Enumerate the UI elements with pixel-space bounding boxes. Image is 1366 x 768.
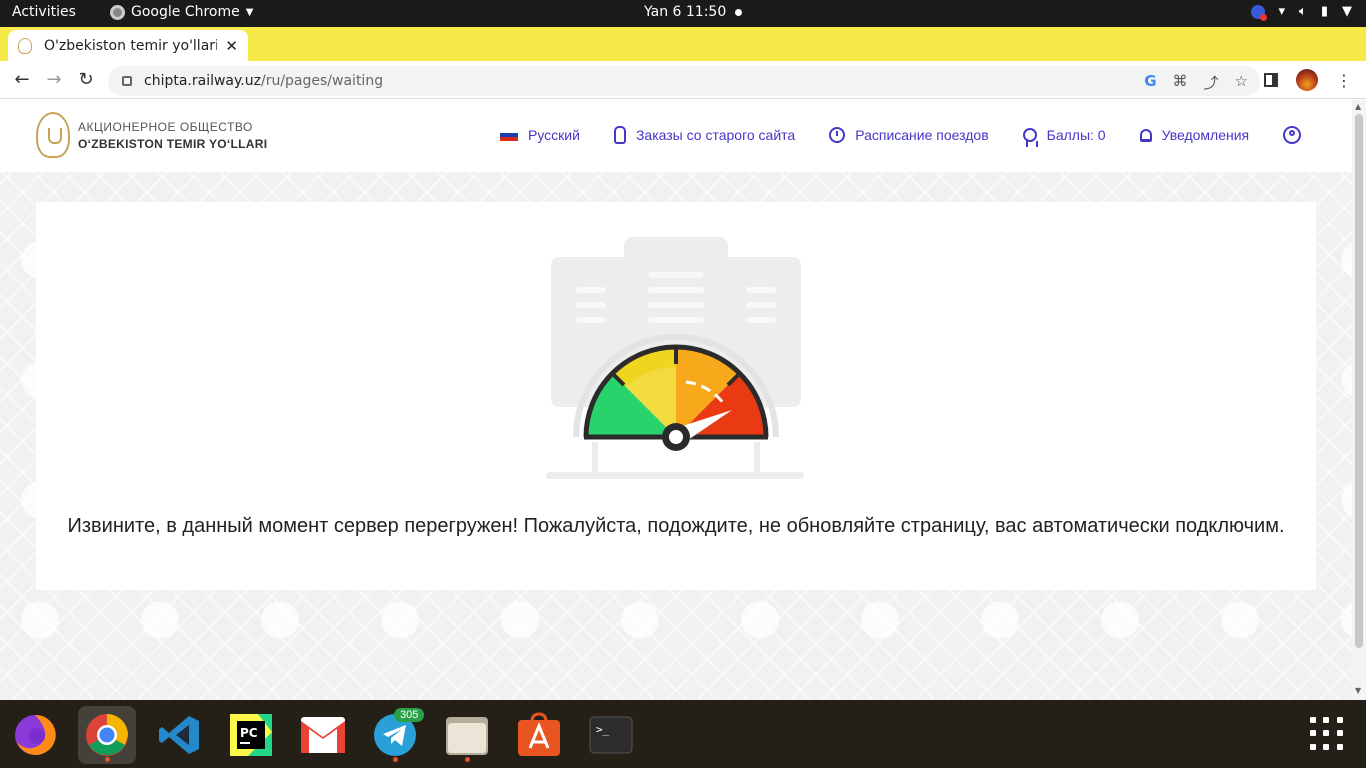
- browser-tab[interactable]: O'zbekiston temir yo'llari ✕: [8, 30, 248, 61]
- kebab-menu-icon[interactable]: ⋮: [1336, 71, 1352, 90]
- medal-icon: [1022, 128, 1038, 147]
- system-tray[interactable]: ▾ 🔈︎ ▮ ▼: [1250, 4, 1352, 21]
- nav-schedule-label: Расписание поездов: [855, 127, 989, 143]
- page-background: АКЦИОНЕРНОЕ ОБЩЕСТВО O‘ZBEKISTON TEMIR Y…: [0, 100, 1352, 700]
- pycharm-icon[interactable]: PC: [222, 706, 280, 764]
- svg-text:PC: PC: [240, 726, 258, 740]
- running-indicator: [105, 757, 110, 762]
- server-overload-gauge-illustration: [546, 237, 804, 479]
- nav-language-label: Русский: [528, 127, 580, 143]
- tab-strip: O'zbekiston temir yo'llari ✕ + ⌄ – ❐ ✕: [0, 27, 1366, 82]
- profile-avatar[interactable]: [1296, 69, 1318, 91]
- url-host: chipta.railway.uz: [144, 73, 261, 89]
- running-indicator: [393, 757, 398, 762]
- train-icon: [613, 126, 626, 144]
- bookmark-star-icon[interactable]: ☆: [1235, 72, 1248, 93]
- screen-record-icon[interactable]: [1250, 4, 1267, 21]
- bell-icon: [1139, 128, 1152, 142]
- logo-line-2: O‘ZBEKISTON TEMIR YO‘LLARI: [78, 136, 268, 151]
- firefox-icon[interactable]: [6, 706, 64, 764]
- forward-arrow-icon[interactable]: →: [43, 69, 65, 90]
- power-menu-icon[interactable]: ▼: [1342, 4, 1352, 19]
- clock-icon: [829, 127, 846, 143]
- back-arrow-icon[interactable]: ←: [11, 69, 33, 90]
- browser-toolbar: ← → ↻ chipta.railway.uz/ru/pages/waiting…: [0, 61, 1366, 99]
- svg-text:>_: >_: [596, 723, 610, 736]
- terminal-icon[interactable]: >_: [582, 706, 640, 764]
- google-lens-icon[interactable]: G: [1144, 72, 1156, 93]
- caret-down-icon: ▼: [245, 6, 254, 18]
- logo-line-1: АКЦИОНЕРНОЕ ОБЩЕСТВО: [78, 119, 253, 134]
- tab-title: O'zbekiston temir yo'llari: [44, 37, 218, 54]
- vscode-icon[interactable]: [150, 706, 208, 764]
- volume-icon[interactable]: 🔈︎: [1299, 4, 1307, 19]
- top-navigation: Русский Заказы со старого сайта Расписан…: [500, 126, 1302, 147]
- railway-emblem-icon: [36, 112, 70, 158]
- close-tab-icon[interactable]: ✕: [225, 37, 238, 55]
- telegram-icon[interactable]: 305: [366, 706, 425, 764]
- nav-notifications-label: Уведомления: [1161, 127, 1250, 143]
- chrome-icon[interactable]: [78, 706, 136, 764]
- nav-notifications[interactable]: Уведомления: [1139, 127, 1250, 143]
- nav-old-orders[interactable]: Заказы со старого сайта: [613, 126, 796, 144]
- scrollbar-thumb[interactable]: [1355, 114, 1363, 648]
- logo-text: АКЦИОНЕРНОЕ ОБЩЕСТВО O‘ZBEKISTON TEMIR Y…: [78, 120, 267, 151]
- nav-points[interactable]: Баллы: 0: [1022, 127, 1106, 147]
- clock[interactable]: Yan 6 11:50: [644, 4, 726, 20]
- taskbar-dock: PC 305 >_: [0, 700, 1366, 768]
- gmail-icon[interactable]: [294, 706, 352, 764]
- app-store-icon[interactable]: [510, 706, 568, 764]
- system-top-bar: Activities Google Chrome ▼ Yan 6 11:50 ▾…: [0, 0, 1366, 27]
- url-path: /ru/pages/waiting: [260, 73, 384, 89]
- files-icon[interactable]: [438, 706, 496, 764]
- page-scrollbar[interactable]: ▲ ▼: [1352, 100, 1366, 700]
- user-profile-icon: [1283, 126, 1302, 144]
- app-menu[interactable]: Google Chrome ▼: [110, 4, 253, 20]
- lock-icon[interactable]: [122, 76, 132, 86]
- activities-button[interactable]: Activities: [12, 4, 76, 20]
- site-favicon-icon: [18, 37, 32, 54]
- share-icon[interactable]: ⤴: [1204, 72, 1219, 93]
- waiting-card: Извините, в данный момент сервер перегру…: [36, 202, 1316, 590]
- running-indicator: [465, 757, 470, 762]
- nav-language[interactable]: Русский: [500, 127, 580, 143]
- translate-icon[interactable]: ⌘: [1173, 72, 1188, 93]
- address-bar[interactable]: chipta.railway.uz/ru/pages/waiting G ⌘ ⤴…: [108, 66, 1260, 96]
- side-panel-icon[interactable]: [1264, 73, 1278, 87]
- toolbar-right: ⋮: [1264, 69, 1352, 91]
- chrome-small-icon: [110, 4, 125, 20]
- telegram-unread-badge: 305: [394, 708, 425, 722]
- nav-old-orders-label: Заказы со старого сайта: [635, 127, 796, 143]
- scroll-down-icon[interactable]: ▼: [1355, 686, 1361, 695]
- site-logo[interactable]: АКЦИОНЕРНОЕ ОБЩЕСТВО O‘ZBEKISTON TEMIR Y…: [36, 112, 267, 158]
- scroll-up-icon[interactable]: ▲: [1355, 102, 1361, 111]
- reload-icon[interactable]: ↻: [75, 69, 97, 90]
- nav-schedule[interactable]: Расписание поездов: [829, 127, 989, 143]
- battery-icon[interactable]: ▮: [1321, 4, 1328, 19]
- omnibox-actions: G ⌘ ⤴ ☆: [1144, 72, 1248, 93]
- nav-points-label: Баллы: 0: [1046, 127, 1106, 143]
- notification-dot-icon: [735, 9, 742, 16]
- nav-profile[interactable]: [1283, 126, 1302, 144]
- show-apps-grid-icon[interactable]: [1310, 717, 1344, 751]
- wifi-icon[interactable]: ▾: [1279, 4, 1286, 19]
- russia-flag-icon: [500, 128, 518, 142]
- site-header: АКЦИОНЕРНОЕ ОБЩЕСТВО O‘ZBEKISTON TEMIR Y…: [0, 100, 1352, 172]
- app-name-label: Google Chrome: [131, 4, 240, 20]
- overload-message: Извините, в данный момент сервер перегру…: [67, 515, 1285, 537]
